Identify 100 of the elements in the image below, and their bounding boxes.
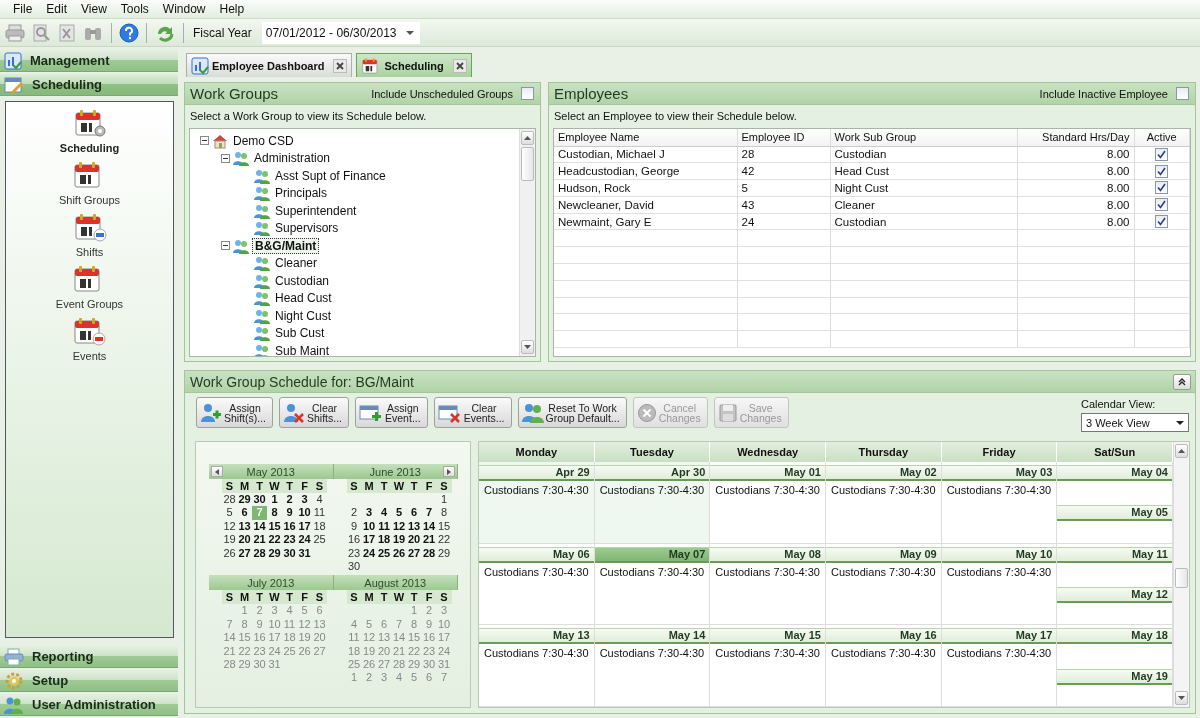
tree-item[interactable]: Head Cust bbox=[273, 291, 334, 306]
calendar-day[interactable]: 31 bbox=[297, 546, 312, 560]
collapse-icon[interactable] bbox=[221, 241, 230, 251]
calendar-day[interactable]: 2 bbox=[346, 506, 362, 520]
calendar-day[interactable]: 29 bbox=[436, 546, 452, 560]
calendar-day[interactable]: 22 bbox=[436, 533, 452, 547]
date-header[interactable]: May 14 bbox=[594, 628, 710, 645]
calendar-day[interactable]: 11 bbox=[312, 506, 327, 520]
previous-month-button[interactable] bbox=[211, 466, 223, 477]
checkbox[interactable] bbox=[1176, 87, 1189, 100]
column-header[interactable]: Work Sub Group bbox=[830, 129, 1017, 146]
scrollbar[interactable] bbox=[1173, 442, 1189, 707]
calendar-day[interactable]: 5 bbox=[222, 506, 237, 520]
sidebar-item[interactable]: Shifts bbox=[72, 244, 107, 260]
calendar-day[interactable]: 25 bbox=[312, 533, 327, 547]
help-icon[interactable] bbox=[119, 22, 139, 43]
scroll-thumb[interactable] bbox=[1175, 568, 1188, 588]
active-checkbox[interactable] bbox=[1155, 181, 1169, 195]
close-icon[interactable] bbox=[452, 58, 467, 73]
down-arrow-icon[interactable] bbox=[524, 345, 531, 349]
calendar-day[interactable]: 3 bbox=[361, 506, 377, 520]
day-cell[interactable]: May 05 bbox=[1057, 502, 1172, 543]
date-header[interactable]: May 13 bbox=[479, 628, 594, 645]
shift-entry[interactable]: Custodians 7:30-4:30 bbox=[941, 644, 1057, 663]
active-checkbox[interactable] bbox=[1155, 215, 1169, 229]
menu-item[interactable]: Tools bbox=[113, 2, 156, 16]
collapse-icon[interactable] bbox=[221, 153, 230, 163]
date-header[interactable]: Apr 30 bbox=[594, 465, 710, 481]
calendar-day[interactable]: 19 bbox=[222, 533, 237, 547]
day-cell[interactable]: May 04 bbox=[1057, 462, 1172, 503]
print-preview-icon[interactable] bbox=[30, 22, 52, 43]
day-cell[interactable]: May 18 bbox=[1057, 625, 1172, 666]
tree-item[interactable]: Sub Cust bbox=[273, 326, 327, 341]
toolbar-button[interactable]: Clear Events... bbox=[433, 397, 512, 428]
tree-item[interactable]: Asst Supt of Finance bbox=[273, 168, 388, 183]
calendar-day[interactable]: 28 bbox=[222, 493, 237, 507]
calendar-day[interactable]: 23 bbox=[346, 546, 362, 560]
shift-entry[interactable]: Custodians 7:30-4:30 bbox=[479, 644, 594, 663]
column-header[interactable]: Active bbox=[1134, 129, 1190, 146]
column-header[interactable]: Standard Hrs/Day bbox=[1017, 129, 1134, 146]
active-checkbox[interactable] bbox=[1155, 198, 1169, 212]
date-header[interactable]: May 17 bbox=[941, 628, 1057, 645]
date-header[interactable]: May 01 bbox=[710, 465, 825, 481]
date-header[interactable]: May 16 bbox=[826, 628, 941, 645]
column-header[interactable]: Employee Name bbox=[554, 129, 737, 146]
calendar-day[interactable]: 17 bbox=[297, 519, 312, 534]
calendar-day[interactable]: 26 bbox=[222, 546, 237, 560]
day-cell[interactable]: May 06 Custodians 7:30-4:30 bbox=[479, 543, 595, 626]
calendar-day[interactable]: 30 bbox=[282, 546, 297, 560]
date-header[interactable]: May 03 bbox=[941, 465, 1057, 481]
shift-entry[interactable]: Custodians 7:30-4:30 bbox=[594, 644, 710, 663]
calendar-day[interactable]: 28 bbox=[421, 546, 437, 560]
day-cell[interactable]: May 07 Custodians 7:30-4:30 bbox=[594, 543, 711, 626]
shift-entry[interactable]: Custodians 7:30-4:30 bbox=[826, 481, 941, 499]
day-cell[interactable]: May 12 bbox=[1057, 584, 1172, 625]
day-cell[interactable]: Apr 30 Custodians 7:30-4:30 bbox=[594, 462, 711, 544]
day-cell[interactable]: May 10 Custodians 7:30-4:30 bbox=[941, 543, 1058, 626]
calendar-day[interactable]: 4 bbox=[312, 493, 327, 507]
calendar-day[interactable]: 7 bbox=[421, 506, 437, 520]
menu-item[interactable]: Edit bbox=[39, 2, 75, 16]
toolbar-button[interactable]: Assign Shift(s)... bbox=[196, 397, 273, 428]
calendar-day[interactable]: 24 bbox=[361, 546, 377, 560]
calendar-day[interactable]: 15 bbox=[436, 519, 452, 534]
sidebar-section[interactable]: Management bbox=[0, 50, 178, 72]
calendar-day[interactable]: 11 bbox=[376, 519, 392, 534]
date-header[interactable]: May 12 bbox=[1057, 587, 1172, 603]
tree-item[interactable]: Cleaner bbox=[273, 256, 320, 271]
calendar-day[interactable]: 6 bbox=[237, 506, 252, 520]
tree-item[interactable]: Superintendent bbox=[273, 203, 359, 218]
calendar-day[interactable]: 6 bbox=[406, 506, 422, 520]
calendar-day[interactable]: 18 bbox=[312, 519, 327, 534]
menu-item[interactable]: Help bbox=[212, 2, 252, 16]
calendar-day[interactable]: 8 bbox=[267, 506, 282, 520]
shift-entry[interactable]: Custodians 7:30-4:30 bbox=[941, 481, 1057, 499]
calendar-day[interactable]: 2 bbox=[282, 493, 297, 507]
scrollbar[interactable] bbox=[519, 129, 535, 356]
day-cell[interactable]: May 01 Custodians 7:30-4:30 bbox=[710, 462, 826, 544]
day-cell[interactable]: May 17 Custodians 7:30-4:30 bbox=[941, 625, 1058, 707]
date-header[interactable]: May 07 bbox=[594, 546, 710, 563]
scroll-thumb[interactable] bbox=[521, 147, 534, 181]
calendar-day[interactable]: 17 bbox=[361, 533, 377, 547]
calendar-day[interactable]: 9 bbox=[346, 519, 362, 534]
sidebar-item[interactable]: Event Groups bbox=[52, 296, 127, 312]
calendar-day[interactable]: 13 bbox=[237, 519, 252, 534]
down-arrow-icon[interactable] bbox=[1178, 696, 1185, 700]
calendar-day[interactable]: 29 bbox=[267, 546, 282, 560]
day-cell[interactable]: May 13 Custodians 7:30-4:30 bbox=[479, 625, 595, 707]
day-cell[interactable]: May 08 Custodians 7:30-4:30 bbox=[710, 543, 826, 626]
calendar-day[interactable]: 14 bbox=[421, 519, 437, 534]
date-header[interactable]: Apr 29 bbox=[479, 465, 594, 481]
calendar-day[interactable]: 30 bbox=[252, 493, 267, 507]
sidebar-section[interactable]: Setup bbox=[0, 670, 178, 692]
shift-entry[interactable]: Custodians 7:30-4:30 bbox=[479, 562, 594, 581]
day-cell[interactable]: May 19 bbox=[1057, 665, 1172, 707]
shift-entry[interactable]: Custodians 7:30-4:30 bbox=[941, 562, 1057, 581]
calendar-day[interactable]: 19 bbox=[391, 533, 407, 547]
close-icon[interactable] bbox=[333, 58, 348, 73]
collapse-button[interactable] bbox=[1173, 373, 1191, 390]
sidebar-item[interactable]: Scheduling bbox=[56, 140, 123, 156]
day-cell[interactable]: May 15 Custodians 7:30-4:30 bbox=[710, 625, 826, 707]
